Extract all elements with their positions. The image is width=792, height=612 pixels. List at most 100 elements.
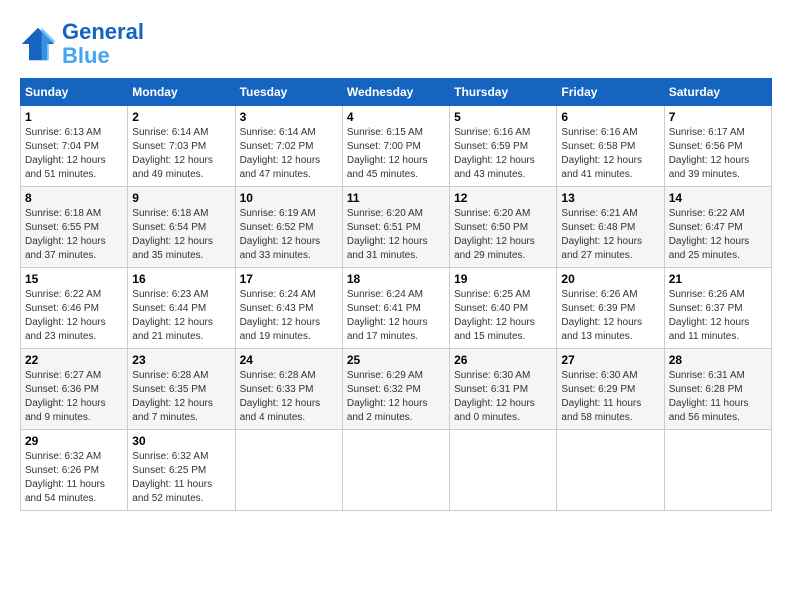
day-number: 18 [347,272,445,286]
weekday-header-sunday: Sunday [21,79,128,106]
day-number: 8 [25,191,123,205]
day-number: 12 [454,191,552,205]
calendar-cell: 24 Sunrise: 6:28 AM Sunset: 6:33 PM Dayl… [235,349,342,430]
day-info: Sunrise: 6:29 AM Sunset: 6:32 PM Dayligh… [347,369,445,425]
calendar-cell: 5 Sunrise: 6:16 AM Sunset: 6:59 PM Dayli… [450,106,557,187]
day-number: 14 [669,191,767,205]
calendar-week-5: 29 Sunrise: 6:32 AM Sunset: 6:26 PM Dayl… [21,430,772,511]
calendar-cell: 27 Sunrise: 6:30 AM Sunset: 6:29 PM Dayl… [557,349,664,430]
calendar-cell: 16 Sunrise: 6:23 AM Sunset: 6:44 PM Dayl… [128,268,235,349]
day-number: 10 [240,191,338,205]
calendar-cell: 23 Sunrise: 6:28 AM Sunset: 6:35 PM Dayl… [128,349,235,430]
calendar-cell: 25 Sunrise: 6:29 AM Sunset: 6:32 PM Dayl… [342,349,449,430]
day-info: Sunrise: 6:20 AM Sunset: 6:50 PM Dayligh… [454,207,552,263]
weekday-header-friday: Friday [557,79,664,106]
day-number: 26 [454,353,552,367]
calendar-cell: 26 Sunrise: 6:30 AM Sunset: 6:31 PM Dayl… [450,349,557,430]
calendar-cell: 28 Sunrise: 6:31 AM Sunset: 6:28 PM Dayl… [664,349,771,430]
day-info: Sunrise: 6:31 AM Sunset: 6:28 PM Dayligh… [669,369,767,425]
calendar-cell: 22 Sunrise: 6:27 AM Sunset: 6:36 PM Dayl… [21,349,128,430]
day-info: Sunrise: 6:18 AM Sunset: 6:55 PM Dayligh… [25,207,123,263]
day-info: Sunrise: 6:22 AM Sunset: 6:47 PM Dayligh… [669,207,767,263]
weekday-header-saturday: Saturday [664,79,771,106]
calendar-cell: 8 Sunrise: 6:18 AM Sunset: 6:55 PM Dayli… [21,187,128,268]
weekday-header-row: SundayMondayTuesdayWednesdayThursdayFrid… [21,79,772,106]
calendar-cell: 21 Sunrise: 6:26 AM Sunset: 6:37 PM Dayl… [664,268,771,349]
day-info: Sunrise: 6:21 AM Sunset: 6:48 PM Dayligh… [561,207,659,263]
calendar-cell: 29 Sunrise: 6:32 AM Sunset: 6:26 PM Dayl… [21,430,128,511]
calendar-table: SundayMondayTuesdayWednesdayThursdayFrid… [20,78,772,511]
day-number: 27 [561,353,659,367]
day-number: 24 [240,353,338,367]
calendar-cell [557,430,664,511]
calendar-cell: 17 Sunrise: 6:24 AM Sunset: 6:43 PM Dayl… [235,268,342,349]
day-info: Sunrise: 6:30 AM Sunset: 6:29 PM Dayligh… [561,369,659,425]
calendar-cell [664,430,771,511]
day-info: Sunrise: 6:18 AM Sunset: 6:54 PM Dayligh… [132,207,230,263]
day-info: Sunrise: 6:13 AM Sunset: 7:04 PM Dayligh… [25,126,123,182]
day-info: Sunrise: 6:25 AM Sunset: 6:40 PM Dayligh… [454,288,552,344]
day-info: Sunrise: 6:20 AM Sunset: 6:51 PM Dayligh… [347,207,445,263]
day-number: 29 [25,434,123,448]
day-info: Sunrise: 6:19 AM Sunset: 6:52 PM Dayligh… [240,207,338,263]
weekday-header-monday: Monday [128,79,235,106]
calendar-cell: 11 Sunrise: 6:20 AM Sunset: 6:51 PM Dayl… [342,187,449,268]
calendar-cell: 4 Sunrise: 6:15 AM Sunset: 7:00 PM Dayli… [342,106,449,187]
day-number: 19 [454,272,552,286]
day-number: 2 [132,110,230,124]
day-info: Sunrise: 6:16 AM Sunset: 6:59 PM Dayligh… [454,126,552,182]
day-info: Sunrise: 6:22 AM Sunset: 6:46 PM Dayligh… [25,288,123,344]
calendar-cell [342,430,449,511]
calendar-cell: 3 Sunrise: 6:14 AM Sunset: 7:02 PM Dayli… [235,106,342,187]
day-number: 11 [347,191,445,205]
day-info: Sunrise: 6:27 AM Sunset: 6:36 PM Dayligh… [25,369,123,425]
day-info: Sunrise: 6:32 AM Sunset: 6:26 PM Dayligh… [25,450,123,506]
logo: General Blue [20,20,144,68]
calendar-cell: 14 Sunrise: 6:22 AM Sunset: 6:47 PM Dayl… [664,187,771,268]
calendar-cell: 6 Sunrise: 6:16 AM Sunset: 6:58 PM Dayli… [557,106,664,187]
day-number: 22 [25,353,123,367]
weekday-header-wednesday: Wednesday [342,79,449,106]
calendar-week-3: 15 Sunrise: 6:22 AM Sunset: 6:46 PM Dayl… [21,268,772,349]
calendar-cell: 18 Sunrise: 6:24 AM Sunset: 6:41 PM Dayl… [342,268,449,349]
day-info: Sunrise: 6:14 AM Sunset: 7:02 PM Dayligh… [240,126,338,182]
day-info: Sunrise: 6:26 AM Sunset: 6:39 PM Dayligh… [561,288,659,344]
day-info: Sunrise: 6:28 AM Sunset: 6:33 PM Dayligh… [240,369,338,425]
calendar-cell: 20 Sunrise: 6:26 AM Sunset: 6:39 PM Dayl… [557,268,664,349]
day-info: Sunrise: 6:24 AM Sunset: 6:43 PM Dayligh… [240,288,338,344]
day-number: 28 [669,353,767,367]
day-number: 17 [240,272,338,286]
day-number: 6 [561,110,659,124]
weekday-header-tuesday: Tuesday [235,79,342,106]
calendar-cell: 19 Sunrise: 6:25 AM Sunset: 6:40 PM Dayl… [450,268,557,349]
day-info: Sunrise: 6:30 AM Sunset: 6:31 PM Dayligh… [454,369,552,425]
day-number: 1 [25,110,123,124]
logo-text: General Blue [62,20,144,68]
day-number: 25 [347,353,445,367]
calendar-week-4: 22 Sunrise: 6:27 AM Sunset: 6:36 PM Dayl… [21,349,772,430]
day-number: 16 [132,272,230,286]
day-number: 13 [561,191,659,205]
calendar-cell: 13 Sunrise: 6:21 AM Sunset: 6:48 PM Dayl… [557,187,664,268]
page-header: General Blue [20,20,772,68]
day-info: Sunrise: 6:16 AM Sunset: 6:58 PM Dayligh… [561,126,659,182]
day-info: Sunrise: 6:24 AM Sunset: 6:41 PM Dayligh… [347,288,445,344]
day-info: Sunrise: 6:14 AM Sunset: 7:03 PM Dayligh… [132,126,230,182]
calendar-cell: 10 Sunrise: 6:19 AM Sunset: 6:52 PM Dayl… [235,187,342,268]
day-number: 23 [132,353,230,367]
day-info: Sunrise: 6:26 AM Sunset: 6:37 PM Dayligh… [669,288,767,344]
calendar-cell: 1 Sunrise: 6:13 AM Sunset: 7:04 PM Dayli… [21,106,128,187]
day-number: 3 [240,110,338,124]
day-number: 20 [561,272,659,286]
day-number: 21 [669,272,767,286]
calendar-cell: 7 Sunrise: 6:17 AM Sunset: 6:56 PM Dayli… [664,106,771,187]
calendar-week-2: 8 Sunrise: 6:18 AM Sunset: 6:55 PM Dayli… [21,187,772,268]
day-number: 7 [669,110,767,124]
logo-icon [20,26,56,62]
calendar-cell: 12 Sunrise: 6:20 AM Sunset: 6:50 PM Dayl… [450,187,557,268]
day-number: 9 [132,191,230,205]
day-number: 5 [454,110,552,124]
calendar-cell: 9 Sunrise: 6:18 AM Sunset: 6:54 PM Dayli… [128,187,235,268]
day-info: Sunrise: 6:15 AM Sunset: 7:00 PM Dayligh… [347,126,445,182]
calendar-cell: 15 Sunrise: 6:22 AM Sunset: 6:46 PM Dayl… [21,268,128,349]
